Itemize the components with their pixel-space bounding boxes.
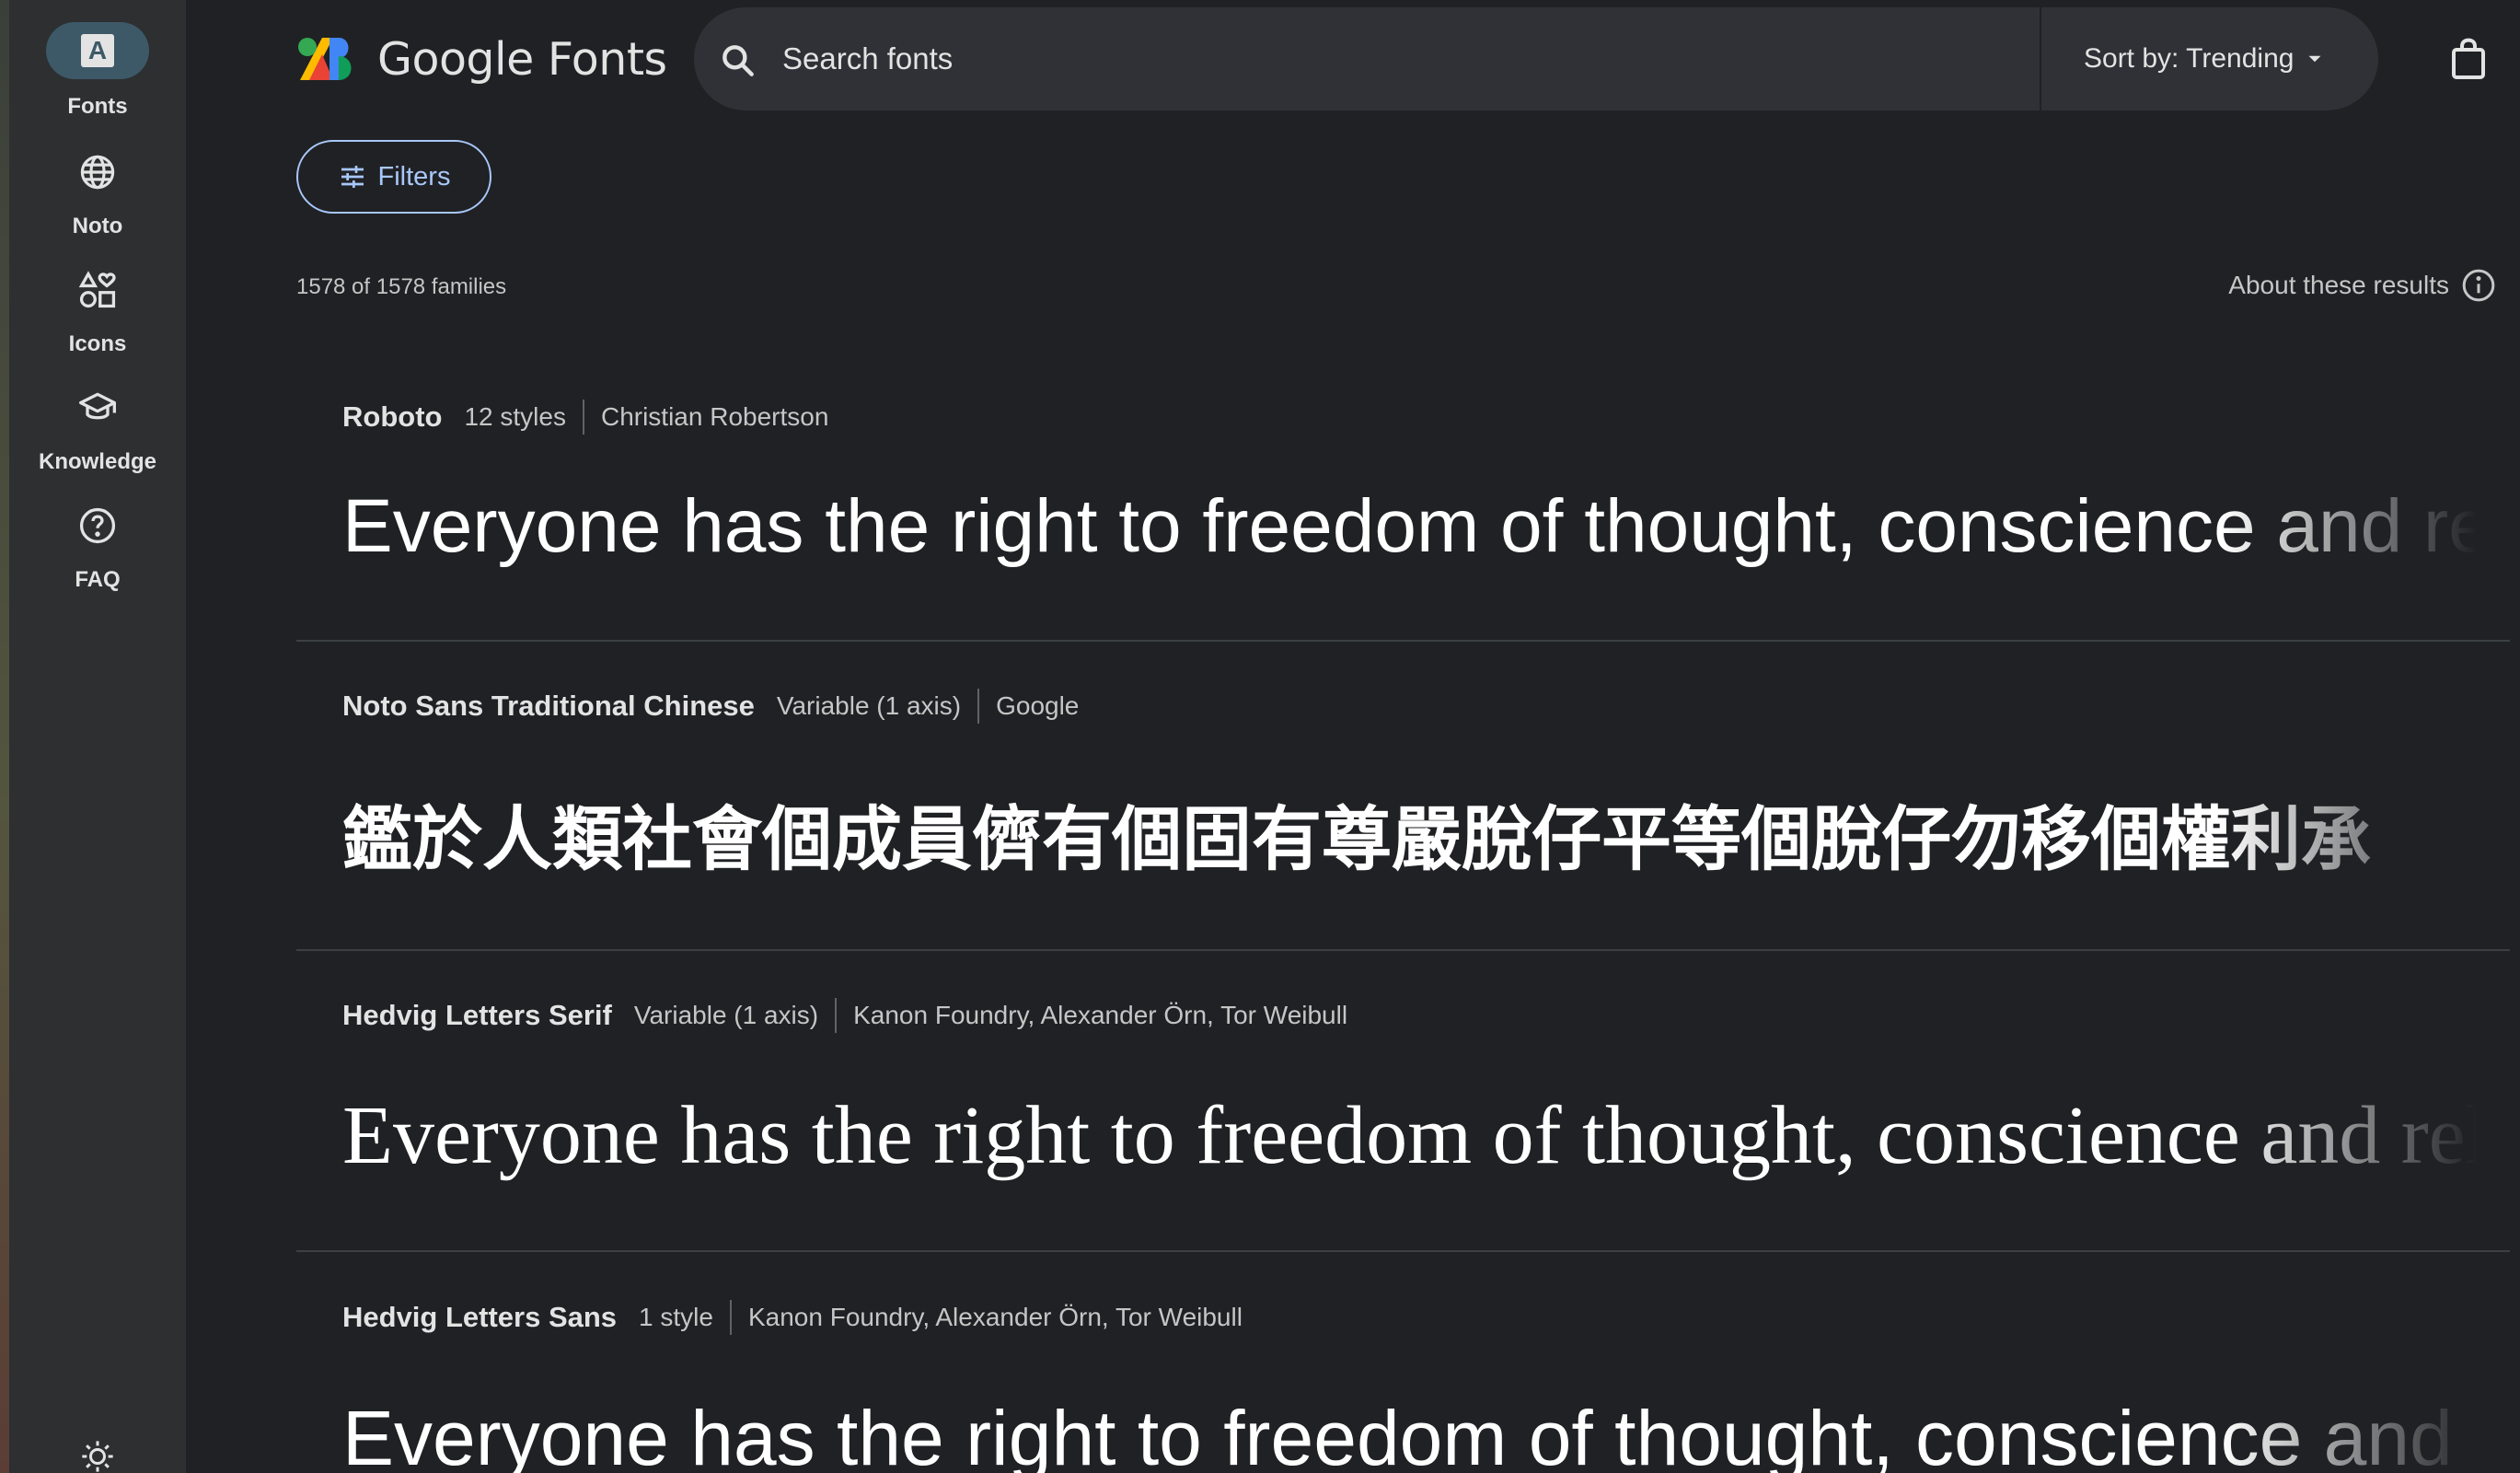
font-styles: 1 style xyxy=(639,1303,713,1331)
rail-item-label: Noto xyxy=(72,214,123,238)
font-styles: 12 styles xyxy=(464,402,566,431)
dropdown-arrow-icon xyxy=(2308,55,2321,63)
google-fonts-logo-icon xyxy=(298,38,352,80)
results-count: 1578 of 1578 families xyxy=(296,274,507,299)
font-meta: Roboto 12 styles Christian Robertson xyxy=(342,400,828,435)
rail-item-icons-pill xyxy=(46,261,149,319)
search-bar: Sort by: Trending xyxy=(694,7,2378,110)
search-divider xyxy=(2040,7,2041,110)
card-divider xyxy=(296,1250,2510,1252)
font-designer: Google xyxy=(996,691,1080,720)
card-divider xyxy=(296,949,2510,951)
globe-icon xyxy=(80,155,115,190)
font-name[interactable]: Hedvig Letters Serif xyxy=(342,999,612,1032)
rail-item-faq-pill xyxy=(46,497,149,554)
search-input[interactable] xyxy=(782,31,1703,87)
font-name[interactable]: Noto Sans Traditional Chinese xyxy=(342,690,755,723)
rail-item-knowledge[interactable]: Knowledge xyxy=(9,379,186,490)
font-preview[interactable]: 鑑於人類社會個成員儕有個固有尊嚴脫仔平等個脫仔勿移個權利承 xyxy=(342,783,2478,884)
filters-label: Filters xyxy=(377,161,451,191)
font-preview[interactable]: Everyone has the right to freedom of tho… xyxy=(342,483,2478,570)
google-fonts-app: A Fonts Noto Icons Knowledge FAQ Google … xyxy=(0,0,2520,1473)
font-meta: Noto Sans Traditional Chinese Variable (… xyxy=(342,689,1079,724)
meta-separator xyxy=(582,400,584,435)
font-meta: Hedvig Letters Serif Variable (1 axis) K… xyxy=(342,998,1347,1033)
about-results-link[interactable]: About these results xyxy=(2228,267,2497,304)
filters-button[interactable]: Filters xyxy=(296,140,491,214)
font-styles: Variable (1 axis) xyxy=(776,691,962,720)
font-name[interactable]: Roboto xyxy=(342,400,442,434)
rail-item-label: FAQ xyxy=(75,567,121,592)
sort-label: Sort by: Trending xyxy=(2084,43,2295,74)
meta-separator xyxy=(977,689,980,724)
search-icon[interactable] xyxy=(718,41,758,81)
meta-separator xyxy=(835,998,838,1033)
meta-separator xyxy=(729,1300,732,1335)
rail-item-knowledge-pill xyxy=(46,379,149,436)
rail-item-noto-pill xyxy=(46,144,149,201)
sun-icon[interactable] xyxy=(79,1438,116,1473)
tune-icon xyxy=(341,166,364,188)
font-meta: Hedvig Letters Sans 1 style Kanon Foundr… xyxy=(342,1300,1243,1335)
font-card-roboto[interactable]: Roboto 12 styles Christian Robertson Eve… xyxy=(296,377,2510,641)
font-designer: Christian Robertson xyxy=(600,402,829,431)
help-icon xyxy=(79,507,116,544)
sort-dropdown[interactable]: Sort by: Trending xyxy=(2084,35,2327,83)
about-results-label: About these results xyxy=(2228,271,2449,299)
info-icon xyxy=(2462,269,2495,302)
rail-item-noto[interactable]: Noto xyxy=(9,144,186,254)
font-styles: Variable (1 axis) xyxy=(633,1001,819,1029)
window-edge xyxy=(0,0,9,1473)
font-card-hedvig-letters-sans[interactable]: Hedvig Letters Sans 1 style Kanon Foundr… xyxy=(296,1272,2510,1473)
school-icon xyxy=(79,392,116,420)
rail-item-faq[interactable]: FAQ xyxy=(9,497,186,608)
font-name[interactable]: Hedvig Letters Sans xyxy=(342,1301,617,1334)
logo-text: Google Fonts xyxy=(377,32,667,86)
navigation-rail: A Fonts Noto Icons Knowledge FAQ xyxy=(9,0,186,1473)
rail-item-icons[interactable]: Icons xyxy=(9,261,186,372)
font-designer: Kanon Foundry, Alexander Örn, Tor Weibul… xyxy=(747,1303,1243,1331)
font-preview[interactable]: Everyone has the right to freedom of tho… xyxy=(342,1088,2478,1183)
shapes-icon xyxy=(78,271,116,308)
font-icon: A xyxy=(81,34,114,67)
font-card-hedvig-letters-serif[interactable]: Hedvig Letters Serif Variable (1 axis) K… xyxy=(296,970,2510,1247)
rail-item-label: Fonts xyxy=(67,94,128,119)
rail-item-fonts[interactable]: A Fonts xyxy=(9,22,186,133)
google-fonts-logo[interactable]: Google Fonts xyxy=(296,29,667,88)
shopping-bag-icon[interactable] xyxy=(2448,37,2489,81)
rail-item-label: Icons xyxy=(68,331,127,356)
rail-item-fonts-pill: A xyxy=(46,22,149,79)
font-preview[interactable]: Everyone has the right to freedom of tho… xyxy=(342,1394,2478,1473)
card-divider xyxy=(296,640,2510,642)
font-card-noto-sans-tc[interactable]: Noto Sans Traditional Chinese Variable (… xyxy=(296,661,2510,946)
font-designer: Kanon Foundry, Alexander Örn, Tor Weibul… xyxy=(853,1001,1348,1029)
rail-item-label: Knowledge xyxy=(38,449,156,474)
